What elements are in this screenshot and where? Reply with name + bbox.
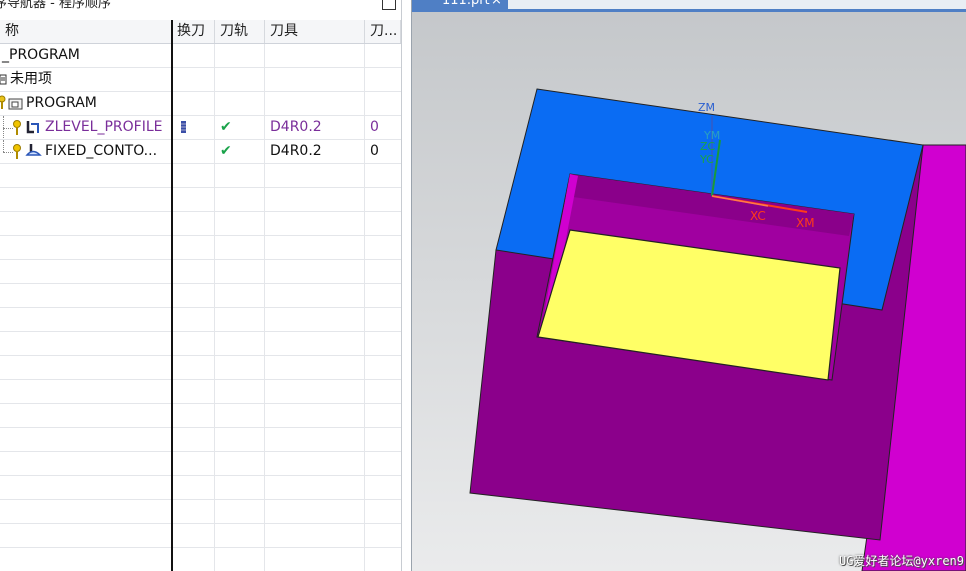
close-icon[interactable]: × [491, 0, 502, 9]
navigator-title: 序导航器 - 程序顺序 [0, 0, 405, 14]
operation-navigator: 序导航器 - 程序顺序 称 换刀 刀轨 刀具 刀... _PROGRAM 未用项 [0, 0, 405, 571]
empty-row [0, 212, 401, 236]
empty-row [0, 380, 401, 404]
empty-row [0, 164, 401, 188]
empty-row [0, 452, 401, 476]
row-tool-number: 0 [370, 143, 379, 159]
empty-row [0, 236, 401, 260]
empty-row [0, 548, 401, 571]
column-header-tool-change[interactable]: 换刀 [172, 20, 215, 43]
row-name: 未用项 [10, 71, 52, 87]
maximize-icon[interactable] [382, 0, 396, 10]
column-header-name[interactable]: 称 [0, 20, 172, 43]
watermark: UG爱好者论坛@yxren9 [838, 554, 964, 568]
zc-label: ZC [700, 140, 716, 153]
row-name: PROGRAM [26, 95, 97, 111]
zlevel-operation-icon [26, 121, 39, 134]
tool-change-icon [181, 121, 186, 133]
fixed-contour-operation-icon [25, 144, 42, 156]
row-fixed-contour[interactable]: FIXED_CONTO... ✔ D4R0.2 0 [0, 140, 401, 164]
zm-label: ZM [698, 101, 715, 114]
row-unused-items[interactable]: 未用项 [0, 68, 401, 92]
column-header-toolpath[interactable]: 刀轨 [215, 20, 265, 43]
row-name: _PROGRAM [0, 44, 172, 67]
empty-row [0, 308, 401, 332]
tab-part-file[interactable]: 111.prt × [412, 0, 508, 9]
xm-label: XM [796, 216, 815, 230]
empty-row [0, 476, 401, 500]
empty-row [0, 260, 401, 284]
empty-row [0, 332, 401, 356]
row-name: ZLEVEL_PROFILE [45, 119, 163, 135]
row-program[interactable]: PROGRAM [0, 92, 401, 116]
xc-label: XC [750, 209, 766, 223]
column-header-tool-number[interactable]: 刀... [365, 20, 401, 43]
empty-row [0, 284, 401, 308]
column-header-tool[interactable]: 刀具 [265, 20, 365, 43]
row-tool: D4R0.2 [265, 116, 365, 139]
graphics-window[interactable]: ZM YM ZC YC XC XM 111.prt × UG爱好者论坛@yxre… [412, 0, 966, 571]
navigator-title-text: 序导航器 - 程序顺序 [0, 0, 111, 11]
toolpath-check-icon: ✔ [215, 140, 265, 163]
column-divider [171, 20, 173, 571]
empty-row [0, 404, 401, 428]
tab-label: 111.prt [442, 0, 490, 8]
navigator-header: 称 换刀 刀轨 刀具 刀... [0, 20, 401, 44]
empty-row [0, 428, 401, 452]
empty-row [0, 500, 401, 524]
row-name: FIXED_CONTO... [45, 143, 158, 159]
row-program-root[interactable]: _PROGRAM [0, 44, 401, 68]
row-tool: D4R0.2 [265, 140, 365, 163]
empty-row [0, 524, 401, 548]
unused-items-icon [0, 74, 7, 85]
program-group-icon [8, 98, 23, 110]
key-icon [0, 95, 6, 109]
row-tool-number: 0 [370, 119, 379, 135]
empty-row [0, 356, 401, 380]
yc-label: YC [699, 153, 714, 166]
model-view[interactable]: ZM YM ZC YC XC XM [412, 0, 966, 571]
key-icon [13, 120, 21, 135]
row-zlevel-profile[interactable]: ZLEVEL_PROFILE ✔ D4R0.2 0 [0, 116, 401, 140]
key-icon [13, 144, 21, 159]
toolpath-check-icon: ✔ [215, 116, 265, 139]
empty-row [0, 188, 401, 212]
